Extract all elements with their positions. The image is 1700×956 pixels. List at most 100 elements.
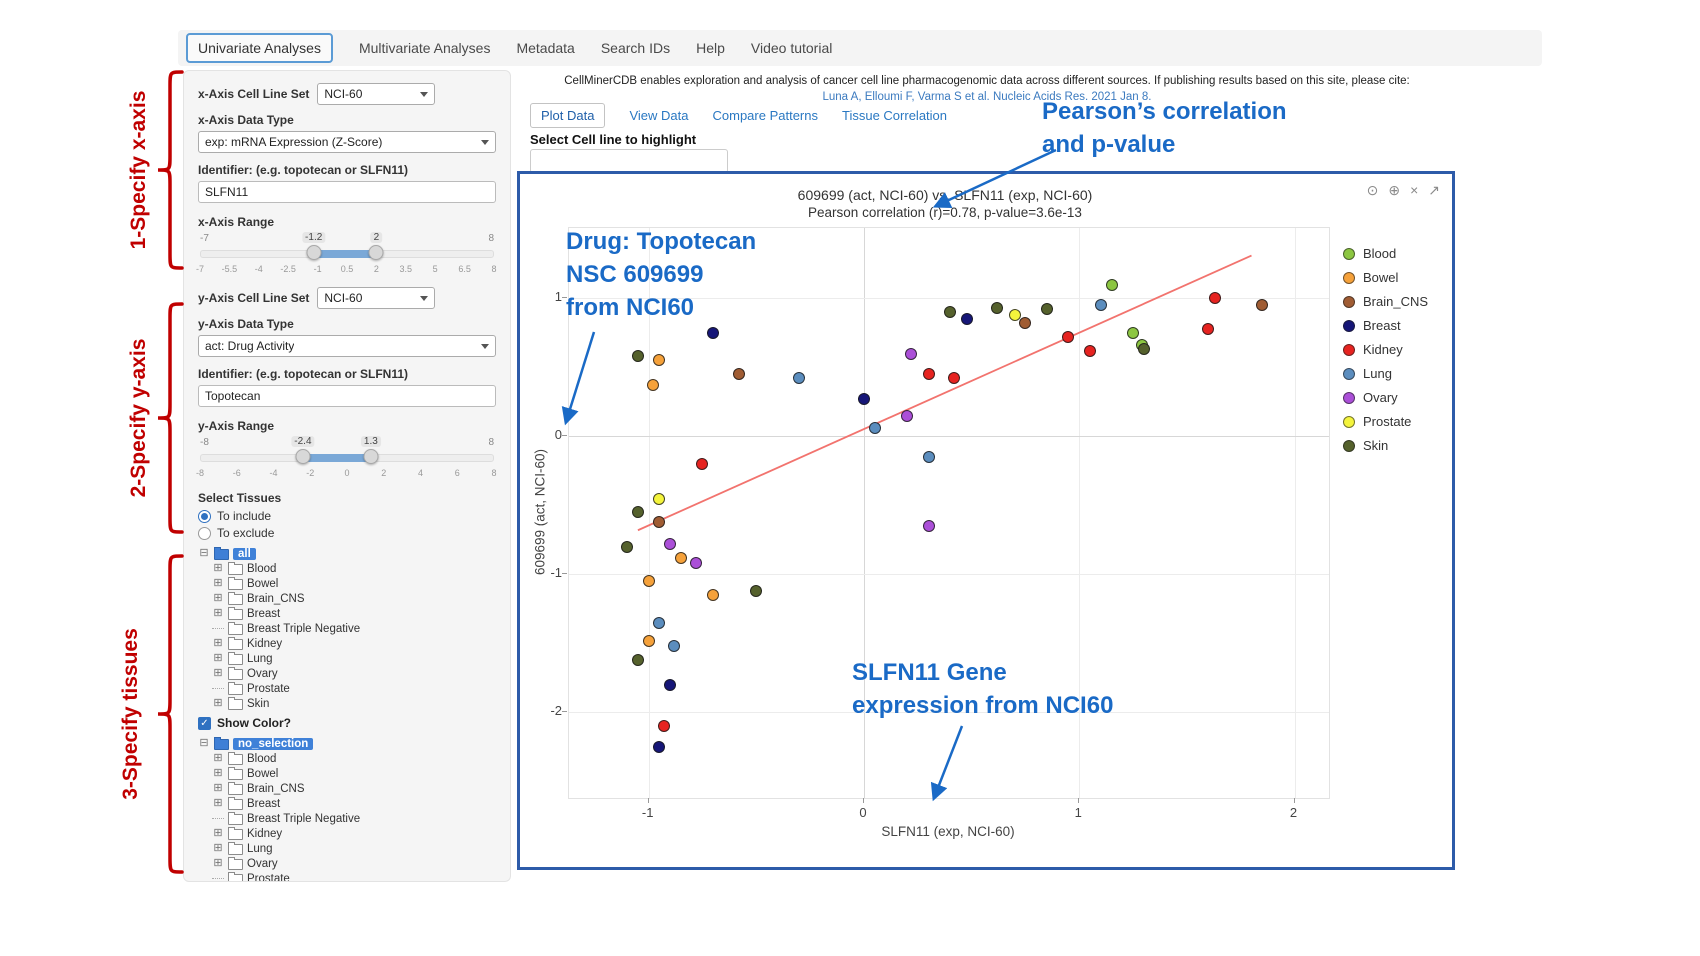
highlight-cell-line-input[interactable] — [530, 149, 728, 173]
scatter-point-bowel[interactable] — [707, 589, 719, 601]
tab-tissue-correlation[interactable]: Tissue Correlation — [842, 108, 947, 123]
scatter-point-ovary[interactable] — [923, 520, 935, 532]
scatter-point-breast[interactable] — [707, 327, 719, 339]
legend-item-kidney[interactable]: Kidney — [1343, 342, 1428, 357]
scatter-point-ovary[interactable] — [690, 557, 702, 569]
scatter-point-kidney[interactable] — [1209, 292, 1221, 304]
slider-handle-from[interactable] — [295, 449, 310, 464]
collapse-icon[interactable]: ⊟ — [198, 548, 210, 559]
scatter-point-lung[interactable] — [653, 617, 665, 629]
expand-icon[interactable]: ⊞ — [212, 578, 224, 589]
scatter-point-skin[interactable] — [750, 585, 762, 597]
slider-handle-to[interactable] — [369, 245, 384, 260]
radio-to-exclude[interactable]: To exclude — [198, 526, 496, 540]
scatter-point-lung[interactable] — [1095, 299, 1107, 311]
scatter-point-lung[interactable] — [668, 640, 680, 652]
tissue-label[interactable]: Ovary — [247, 668, 278, 680]
expand-icon[interactable]: ⊞ — [212, 593, 224, 604]
scatter-point-ovary[interactable] — [664, 538, 676, 550]
expand-icon[interactable]: ⊞ — [212, 768, 224, 779]
scatter-point-skin[interactable] — [632, 350, 644, 362]
legend-item-brain-cns[interactable]: Brain_CNS — [1343, 294, 1428, 309]
legend-item-breast[interactable]: Breast — [1343, 318, 1428, 333]
nav-tab-search-ids[interactable]: Search IDs — [601, 40, 670, 56]
expand-icon[interactable]: ⊞ — [212, 638, 224, 649]
scatter-point-ovary[interactable] — [901, 410, 913, 422]
scatter-point-prostate[interactable] — [1009, 309, 1021, 321]
y-cell-line-set-select[interactable]: NCI-60 — [317, 287, 435, 309]
scatter-point-breast[interactable] — [858, 393, 870, 405]
nav-tab-multivariate-analyses[interactable]: Multivariate Analyses — [359, 40, 491, 56]
close-icon[interactable]: × — [1410, 182, 1418, 199]
tissue-label[interactable]: Skin — [247, 698, 269, 710]
scatter-point-brain-cns[interactable] — [1256, 299, 1268, 311]
tissue-label[interactable]: Kidney — [247, 828, 282, 840]
collapse-icon[interactable]: ⊟ — [198, 738, 210, 749]
expand-icon[interactable]: ⊞ — [212, 698, 224, 709]
scatter-point-breast[interactable] — [961, 313, 973, 325]
x-range-slider[interactable]: -78-1.22-7-5.5-4-2.5-10.523.556.58 — [200, 233, 494, 277]
scatter-point-bowel[interactable] — [653, 354, 665, 366]
tissue-label[interactable]: Bowel — [247, 768, 278, 780]
tree-root-label[interactable]: all — [233, 548, 256, 560]
tissue-label[interactable]: Brain_CNS — [247, 783, 305, 795]
scatter-point-prostate[interactable] — [653, 493, 665, 505]
scatter-point-lung[interactable] — [793, 372, 805, 384]
nav-tab-metadata[interactable]: Metadata — [516, 40, 574, 56]
legend-item-ovary[interactable]: Ovary — [1343, 390, 1428, 405]
scatter-point-blood[interactable] — [1106, 279, 1118, 291]
legend-item-bowel[interactable]: Bowel — [1343, 270, 1428, 285]
scatter-point-kidney[interactable] — [948, 372, 960, 384]
scatter-point-brain-cns[interactable] — [653, 516, 665, 528]
scatter-point-brain-cns[interactable] — [1019, 317, 1031, 329]
zoom-in-icon[interactable]: ⊕ — [1388, 182, 1400, 199]
expand-icon[interactable]: ⊞ — [212, 608, 224, 619]
x-cell-line-set-select[interactable]: NCI-60 — [317, 83, 435, 105]
expand-icon[interactable]: ⊞ — [212, 858, 224, 869]
scatter-point-kidney[interactable] — [658, 720, 670, 732]
legend-item-skin[interactable]: Skin — [1343, 438, 1428, 453]
radio-to-include[interactable]: To include — [198, 509, 496, 523]
expand-icon[interactable]: ⊞ — [212, 828, 224, 839]
expand-icon[interactable]: ⊞ — [212, 653, 224, 664]
tissue-label[interactable]: Prostate — [247, 873, 290, 883]
scatter-point-kidney[interactable] — [923, 368, 935, 380]
y-identifier-input[interactable] — [198, 385, 496, 407]
tissue-label[interactable]: Lung — [247, 843, 273, 855]
scatter-point-lung[interactable] — [923, 451, 935, 463]
expand-icon[interactable]: ⊞ — [212, 563, 224, 574]
tissue-label[interactable]: Blood — [247, 753, 276, 765]
expand-icon[interactable]: ⊞ — [212, 798, 224, 809]
tree-root-label[interactable]: no_selection — [233, 738, 313, 750]
x-identifier-input[interactable] — [198, 181, 496, 203]
scatter-point-kidney[interactable] — [1062, 331, 1074, 343]
tissue-label[interactable]: Breast Triple Negative — [247, 813, 360, 825]
arrow-icon[interactable]: ↗ — [1428, 182, 1440, 199]
tissue-label[interactable]: Lung — [247, 653, 273, 665]
scatter-point-breast[interactable] — [664, 679, 676, 691]
y-range-slider[interactable]: -88-2.41.3-8-6-4-202468 — [200, 437, 494, 481]
scatter-point-breast[interactable] — [653, 741, 665, 753]
tissue-label[interactable]: Breast Triple Negative — [247, 623, 360, 635]
scatter-point-bowel[interactable] — [643, 575, 655, 587]
expand-icon[interactable]: ⊞ — [212, 668, 224, 679]
slider-handle-from[interactable] — [306, 245, 321, 260]
camera-icon[interactable]: ⊙ — [1367, 182, 1379, 199]
scatter-point-blood[interactable] — [1127, 327, 1139, 339]
slider-handle-to[interactable] — [363, 449, 378, 464]
scatter-point-skin[interactable] — [1138, 343, 1150, 355]
scatter-point-bowel[interactable] — [647, 379, 659, 391]
tissue-label[interactable]: Blood — [247, 563, 276, 575]
scatter-point-skin[interactable] — [632, 654, 644, 666]
legend-item-lung[interactable]: Lung — [1343, 366, 1428, 381]
scatter-point-skin[interactable] — [944, 306, 956, 318]
scatter-point-bowel[interactable] — [643, 635, 655, 647]
tab-compare-patterns[interactable]: Compare Patterns — [713, 108, 819, 123]
scatter-point-ovary[interactable] — [905, 348, 917, 360]
scatter-point-bowel[interactable] — [675, 552, 687, 564]
tissue-label[interactable]: Brain_CNS — [247, 593, 305, 605]
nav-tab-video-tutorial[interactable]: Video tutorial — [751, 40, 832, 56]
x-data-type-select[interactable]: exp: mRNA Expression (Z-Score) — [198, 131, 496, 153]
nav-tab-help[interactable]: Help — [696, 40, 725, 56]
scatter-point-lung[interactable] — [869, 422, 881, 434]
